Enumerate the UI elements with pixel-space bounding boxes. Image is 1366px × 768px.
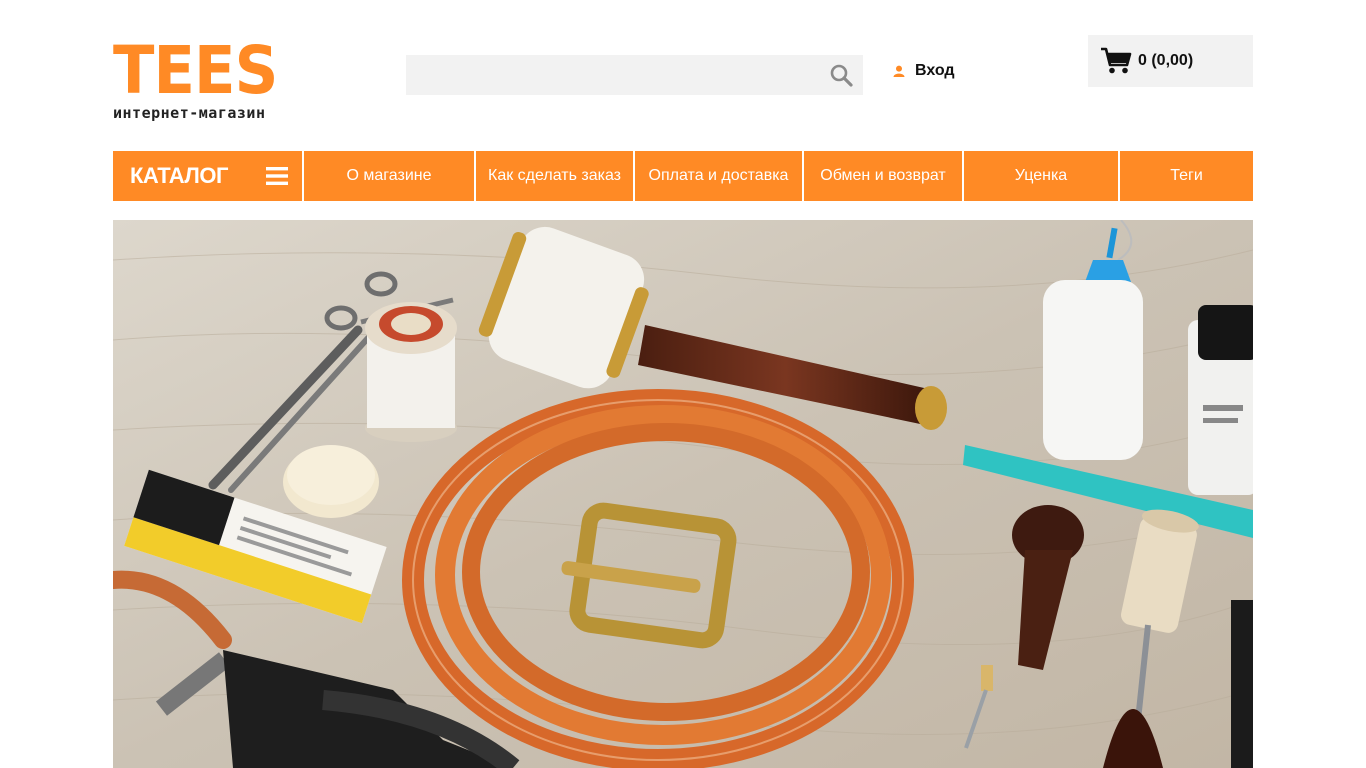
nav-item-about[interactable]: О магазине [304,151,474,201]
login-link[interactable]: Вход [893,60,955,82]
search-bar [406,55,863,95]
logo-title: TEES [113,32,278,109]
leathercraft-tools-image [113,220,1253,768]
catalog-button[interactable]: КАТАЛОГ [113,151,302,201]
nav-item-how-to-order[interactable]: Как сделать заказ [476,151,633,201]
menu-icon [266,167,288,185]
cart-icon [1101,47,1132,74]
search-button[interactable] [819,55,863,95]
cart-summary: 0 (0,00) [1138,52,1194,69]
search-icon [830,64,853,87]
search-input[interactable] [406,55,806,95]
user-icon [893,65,905,77]
nav-item-exchange-return[interactable]: Обмен и возврат [804,151,962,201]
nav-item-discount[interactable]: Уценка [964,151,1118,201]
logo[interactable]: TEES интернет-магазин [113,32,292,123]
login-label: Вход [915,62,955,79]
nav-item-tags[interactable]: Теги [1120,151,1253,201]
catalog-label: КАТАЛОГ [130,163,228,188]
cart-button[interactable]: 0 (0,00) [1088,35,1253,87]
main-nav: КАТАЛОГ О магазине Как сделать заказ Опл… [113,151,1253,201]
nav-item-payment-delivery[interactable]: Оплата и доставка [635,151,802,201]
hero-banner[interactable] [113,220,1253,768]
